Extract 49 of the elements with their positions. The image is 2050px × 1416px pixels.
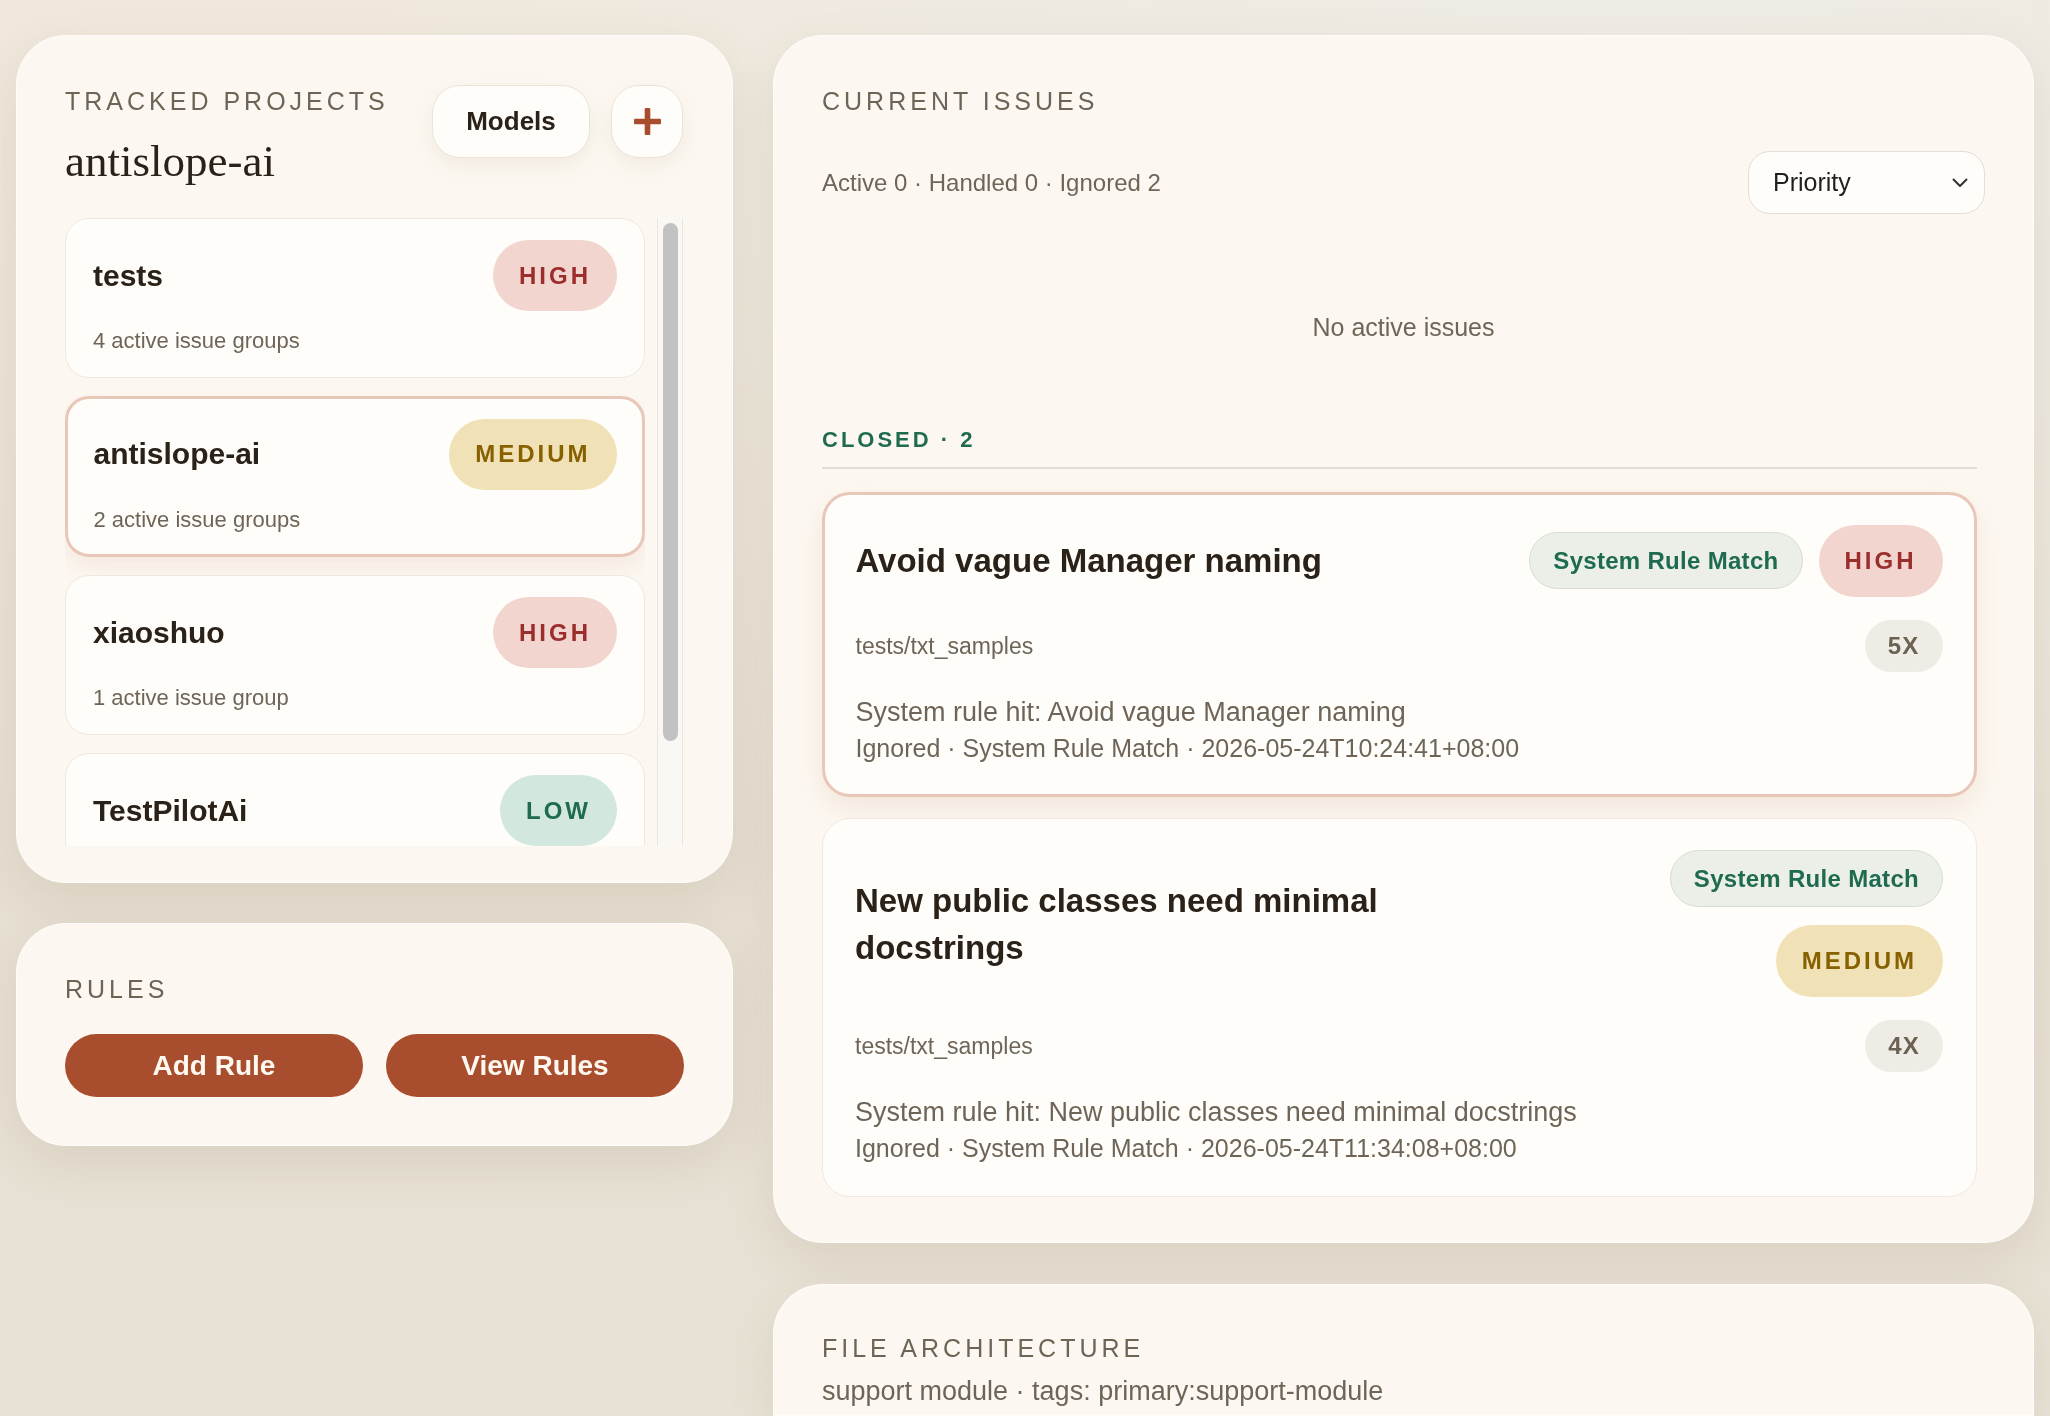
file-path: tests/txt_samples (855, 631, 1034, 661)
plus-icon (633, 108, 661, 135)
issue-description: System rule hit: Avoid vague Manager naming (855, 695, 1407, 729)
section-heading: RULES (65, 974, 170, 1004)
issue-title: New public classes need minimal docstrings (855, 880, 1379, 968)
issue-card[interactable]: Avoid vague Manager naming System Rule Match HIGH tests/txt_samples 5X System rule hit: Avoid vague Manager naming Ignored · System Rule Match · 2026-05-24T10:24:41+08:00 (822, 492, 1977, 797)
file-path: tests/txt_samples (855, 1032, 1033, 1061)
source-tag: System Rule Match (1529, 532, 1803, 589)
project-card[interactable]: xiaoshuo HIGH 1 active issue group (65, 575, 645, 735)
issue-stats: Active 0 · Handled 0 · Ignored 2 (822, 167, 1161, 198)
project-card[interactable]: TestPilotAi LOW (65, 753, 645, 846)
project-name: tests (93, 257, 164, 294)
project-name: TestPilotAi (93, 792, 248, 829)
models-button[interactable]: Models (432, 85, 590, 158)
priority-badge: HIGH (493, 240, 617, 311)
project-card[interactable]: antislope-ai MEDIUM 2 active issue groups (65, 396, 645, 557)
current-project-title: antislope-ai (65, 137, 276, 185)
priority-badge: HIGH (493, 597, 617, 668)
priority-badge: MEDIUM (449, 418, 617, 490)
issue-meta: Ignored · System Rule Match · 2026-05-24T10:24:41+08:00 (855, 732, 1521, 764)
section-heading: TRACKED PROJECTS (65, 86, 389, 116)
source-tag: System Rule Match (1669, 850, 1943, 907)
priority-badge: HIGH (1818, 524, 1943, 597)
issue-meta: Ignored · System Rule Match · 2026-05-24T11:34:08+08:00 (855, 1133, 1518, 1164)
issue-card[interactable] (822, 818, 1977, 1197)
scrollbar[interactable] (657, 218, 683, 846)
chevron-down-icon (1952, 177, 1968, 188)
count-badge: 5X (1864, 619, 1943, 672)
priority-badge: MEDIUM (1775, 925, 1943, 997)
scrollbar-thumb[interactable] (662, 223, 678, 741)
view-rules-button[interactable]: View Rules (386, 1034, 684, 1097)
empty-state-message: No active issues (1311, 312, 1496, 343)
closed-heading: CLOSED · 2 (822, 426, 1977, 469)
project-name: xiaoshuo (93, 614, 225, 651)
project-card[interactable]: tests HIGH 4 active issue groups (65, 218, 645, 378)
section-heading: CURRENT ISSUES (822, 86, 1100, 116)
issue-title: Avoid vague Manager naming (855, 541, 1323, 581)
add-rule-button[interactable]: Add Rule (65, 1034, 363, 1097)
add-project-button[interactable] (611, 85, 683, 158)
project-summary: 2 active issue groups (93, 505, 302, 534)
priority-badge: LOW (500, 775, 617, 846)
project-name: antislope-ai (93, 436, 261, 472)
project-summary: 1 active issue group (93, 684, 290, 712)
count-badge: 4X (1865, 1020, 1943, 1072)
sort-dropdown[interactable]: Priority (1748, 151, 1985, 214)
issue-description: System rule hit: New public classes need minimal docstrings (855, 1096, 1578, 1129)
project-summary: 4 active issue groups (93, 327, 301, 355)
architecture-line: support module · tags: primary:support-module (822, 1375, 1385, 1407)
section-heading: FILE ARCHITECTURE (822, 1333, 1146, 1363)
